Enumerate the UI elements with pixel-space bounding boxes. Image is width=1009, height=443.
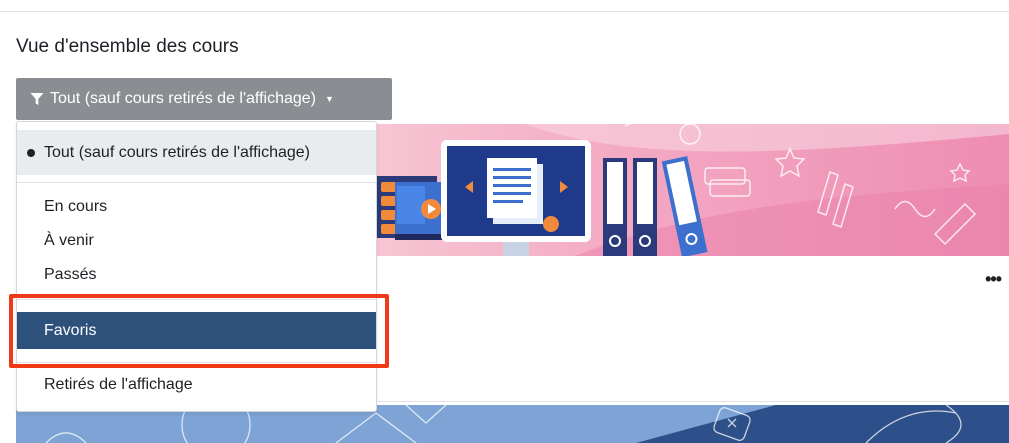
filter-dropdown-menu: Tout (sauf cours retirés de l'affichage)… — [16, 121, 377, 412]
dropdown-item-future[interactable]: À venir — [17, 224, 376, 258]
dropdown-item-favourites[interactable]: Favoris — [17, 312, 376, 349]
course-banner-image[interactable] — [375, 124, 1009, 256]
caret-down-icon: ▼ — [325, 94, 334, 104]
dropdown-item-label: Passés — [44, 266, 97, 283]
filter-button-label: Tout (sauf cours retirés de l'affichage) — [50, 90, 316, 107]
section-title: Vue d'ensemble des cours — [16, 36, 239, 57]
dropdown-item-label: En cours — [44, 198, 108, 215]
funnel-icon — [30, 93, 44, 105]
dropdown-divider — [17, 362, 376, 363]
dropdown-item-label: À venir — [44, 232, 94, 249]
top-divider — [0, 11, 1009, 12]
card-divider — [375, 401, 1009, 402]
filter-dropdown-button[interactable]: Tout (sauf cours retirés de l'affichage)… — [16, 78, 392, 120]
dropdown-divider — [17, 299, 376, 300]
selected-bullet-icon — [27, 148, 35, 157]
dropdown-item-label: Favoris — [44, 321, 97, 339]
dropdown-divider — [17, 182, 376, 183]
dropdown-item-label: Retirés de l'affichage — [44, 376, 193, 393]
dropdown-item-all[interactable]: Tout (sauf cours retirés de l'affichage) — [17, 130, 376, 175]
dropdown-item-past[interactable]: Passés — [17, 258, 376, 292]
course-more-actions-button[interactable]: ••• — [985, 270, 1002, 288]
dropdown-item-in-progress[interactable]: En cours — [17, 190, 376, 224]
dropdown-item-hidden[interactable]: Retirés de l'affichage — [17, 368, 376, 402]
dropdown-item-label: Tout (sauf cours retirés de l'affichage) — [44, 143, 310, 161]
course-card[interactable]: ••• — [375, 124, 1009, 402]
